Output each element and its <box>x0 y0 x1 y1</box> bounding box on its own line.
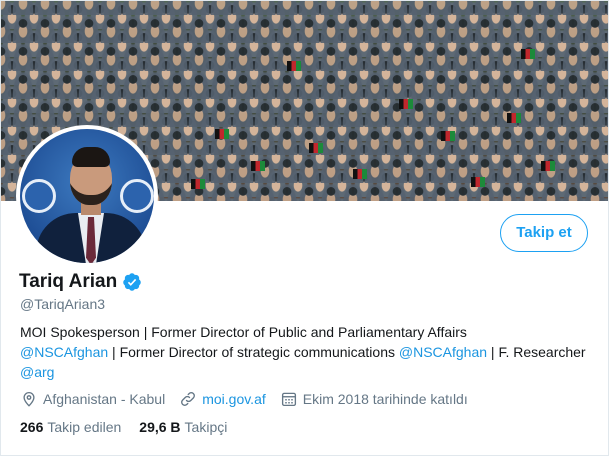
profile-meta: Afghanistan - Kabul moi.gov.af Ekim 2018… <box>20 390 482 408</box>
calendar-icon <box>281 392 296 407</box>
link-icon <box>181 392 196 406</box>
location-pin-icon <box>23 392 35 407</box>
website-link[interactable]: moi.gov.af <box>202 391 266 407</box>
followers-label: Takipçi <box>184 419 228 435</box>
flag-decoration <box>507 113 521 123</box>
bio-text: MOI Spokesperson | Former Director of Pu… <box>20 324 467 340</box>
profile-avatar[interactable] <box>16 125 158 267</box>
website-item: moi.gov.af <box>179 390 266 408</box>
location-text: Afghanistan - Kabul <box>43 391 166 407</box>
follow-button[interactable]: Takip et <box>500 214 588 252</box>
joined-item: Ekim 2018 tarihinde katıldı <box>280 390 468 408</box>
bio-text: | Former Director of strategic communica… <box>108 344 399 360</box>
flag-decoration <box>541 161 555 171</box>
flag-decoration <box>399 99 413 109</box>
location-item: Afghanistan - Kabul <box>20 390 165 408</box>
profile-bio: MOI Spokesperson | Former Director of Pu… <box>20 322 595 382</box>
flag-decoration <box>191 179 205 189</box>
flag-decoration <box>521 49 535 59</box>
name-row: Tariq Arian <box>19 270 142 294</box>
profile-name[interactable]: Tariq Arian <box>19 271 117 293</box>
following-stat[interactable]: 266 Takip edilen <box>20 419 121 435</box>
flag-decoration <box>441 131 455 141</box>
following-label: Takip edilen <box>47 419 122 435</box>
mention-link[interactable]: @NSCAfghan <box>20 344 108 360</box>
mention-link[interactable]: @arg <box>20 364 54 380</box>
mention-link[interactable]: @NSCAfghan <box>399 344 487 360</box>
followers-count: 29,6 B <box>139 419 181 435</box>
verified-badge-icon[interactable] <box>122 272 142 292</box>
flag-decoration <box>353 169 367 179</box>
flag-decoration <box>309 143 323 153</box>
profile-card: Takip et Tariq Arian @TariqArian3 MOI Sp… <box>0 0 609 456</box>
followers-stat[interactable]: 29,6 B Takipçi <box>139 419 227 435</box>
bio-text: | F. Researcher <box>487 344 586 360</box>
following-count: 266 <box>20 419 44 435</box>
flag-decoration <box>251 161 265 171</box>
profile-handle: @TariqArian3 <box>20 296 106 312</box>
flag-decoration <box>471 177 485 187</box>
joined-text: Ekim 2018 tarihinde katıldı <box>302 391 468 407</box>
emblem-icon <box>22 179 56 213</box>
emblem-icon <box>120 179 154 213</box>
avatar-hair <box>72 147 110 167</box>
flag-decoration <box>215 129 229 139</box>
flag-decoration <box>287 61 301 71</box>
profile-stats: 266 Takip edilen 29,6 B Takipçi <box>20 419 245 435</box>
